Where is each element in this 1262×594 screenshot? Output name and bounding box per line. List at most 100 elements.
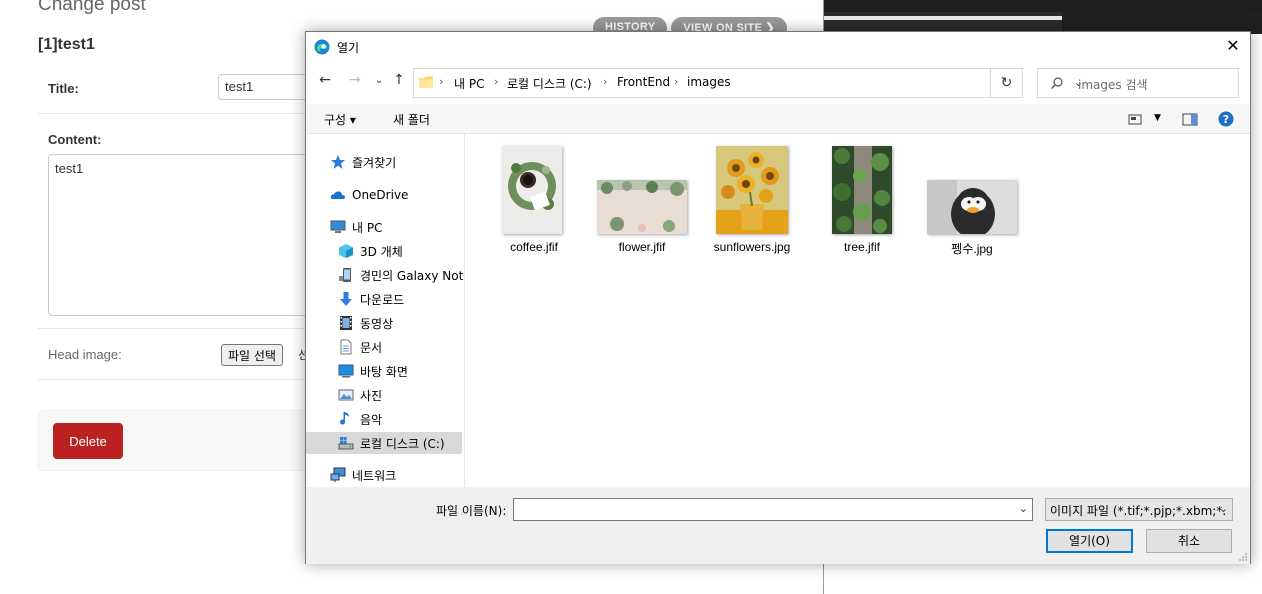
desktop-icon bbox=[338, 363, 354, 379]
sidebar-item-desktop[interactable]: 바탕 화면 bbox=[338, 360, 408, 382]
view-dropdown-icon[interactable]: ▼ bbox=[1154, 113, 1161, 123]
file-name[interactable]: 펭수.jpg bbox=[917, 240, 1027, 257]
recent-dropdown-icon[interactable]: ⌄ bbox=[370, 75, 388, 86]
chevron-right-icon: › bbox=[439, 75, 444, 88]
svg-text:?: ? bbox=[1223, 113, 1229, 126]
drive-icon bbox=[338, 435, 354, 451]
picture-icon bbox=[338, 387, 354, 403]
sidebar-item-onedrive[interactable]: OneDrive bbox=[330, 184, 408, 206]
sidebar-item-downloads[interactable]: 다운로드 bbox=[338, 288, 404, 310]
new-folder-button[interactable]: 새 폴더 bbox=[393, 111, 430, 128]
download-icon bbox=[338, 291, 354, 307]
cloud-icon bbox=[330, 187, 346, 203]
filetype-select[interactable]: 이미지 파일 (*.tif;*.pjp;*.xbm;*. ⌄ bbox=[1045, 498, 1233, 521]
file-thumbnail-flower[interactable] bbox=[597, 180, 687, 234]
sidebar-item-label: 즐겨찾기 bbox=[352, 155, 397, 170]
dialog-footer: 파일 이름(N): ⌄ 이미지 파일 (*.tif;*.pjp;*.xbm;*.… bbox=[306, 487, 1250, 564]
search-box[interactable]: images 검색 bbox=[1037, 68, 1239, 98]
sidebar-item-favorites[interactable]: 즐겨찾기 bbox=[330, 151, 396, 173]
filetype-value: 이미지 파일 (*.tif;*.pjp;*.xbm;*. bbox=[1050, 504, 1227, 518]
sidebar-item-label: 문서 bbox=[360, 340, 383, 355]
search-placeholder: images 검색 bbox=[1078, 78, 1148, 92]
flower-image bbox=[597, 180, 687, 234]
folder-icon bbox=[419, 76, 433, 88]
chevron-right-icon: › bbox=[494, 75, 499, 88]
sidebar-item-label: 경민의 Galaxy Note bbox=[360, 268, 465, 283]
sidebar-item-label: 로컬 디스크 (C:) bbox=[360, 436, 445, 451]
resize-grip-icon[interactable] bbox=[1238, 552, 1248, 562]
chevron-down-icon: ⌄ bbox=[1218, 502, 1228, 515]
star-icon bbox=[330, 154, 346, 170]
sidebar-item-galaxy-note[interactable]: 경민의 Galaxy Note bbox=[338, 264, 465, 286]
file-name[interactable]: sunflowers.jpg bbox=[697, 240, 807, 254]
file-name[interactable]: coffee.jfif bbox=[479, 240, 589, 254]
up-arrow-icon[interactable]: ↑ bbox=[390, 72, 408, 88]
file-name[interactable]: tree.jfif bbox=[807, 240, 917, 254]
refresh-icon[interactable]: ↻ bbox=[991, 68, 1023, 98]
sidebar-item-documents[interactable]: 문서 bbox=[338, 336, 382, 358]
object-name: [1]test1 bbox=[38, 36, 95, 53]
sidebar-item-videos[interactable]: 동영상 bbox=[338, 312, 393, 334]
file-thumbnail-tree[interactable] bbox=[832, 146, 892, 234]
forward-arrow-icon[interactable]: → bbox=[346, 72, 364, 88]
help-icon[interactable]: ? bbox=[1218, 111, 1234, 127]
breadcrumb-item[interactable]: FrontEnd bbox=[617, 75, 670, 89]
content-label: Content: bbox=[48, 132, 102, 147]
cube-icon bbox=[338, 243, 354, 259]
open-button[interactable]: 열기(O) bbox=[1046, 529, 1133, 553]
penguin-image bbox=[927, 180, 1017, 234]
file-name[interactable]: flower.jfif bbox=[587, 240, 697, 254]
organize-menu[interactable]: 구성 ▾ bbox=[324, 111, 356, 128]
file-list: coffee.jfif flower.jfif sunflowers.jpg t… bbox=[466, 134, 1251, 487]
choose-file-button[interactable]: 파일 선택 bbox=[221, 344, 283, 366]
cancel-button[interactable]: 취소 bbox=[1146, 529, 1232, 553]
search-icon bbox=[1051, 77, 1063, 89]
close-icon[interactable]: ✕ bbox=[1224, 37, 1242, 55]
edge-browser-icon bbox=[314, 39, 330, 55]
sidebar-item-label: 네트워크 bbox=[352, 468, 397, 483]
sunflowers-image bbox=[716, 146, 788, 234]
filename-input[interactable]: ⌄ bbox=[513, 498, 1033, 521]
dialog-titlebar[interactable]: 열기 ✕ bbox=[306, 32, 1250, 62]
video-icon bbox=[338, 315, 354, 331]
address-bar[interactable]: › 내 PC › 로컬 디스크 (C:) › FrontEnd › images… bbox=[413, 68, 1083, 98]
file-thumbnail-coffee[interactable] bbox=[502, 146, 562, 234]
sidebar-item-3d-objects[interactable]: 3D 개체 bbox=[338, 240, 403, 262]
sidebar-item-label: 3D 개체 bbox=[360, 244, 403, 259]
chevron-right-icon: › bbox=[674, 75, 679, 88]
navigation-pane: 즐겨찾기 OneDrive 내 PC 3D 개체 경민의 Galaxy Note… bbox=[306, 134, 465, 487]
sidebar-item-label: 바탕 화면 bbox=[360, 364, 408, 379]
navigation-bar: ← → ⌄ ↑ › 내 PC › 로컬 디스크 (C:) › FrontEnd … bbox=[306, 67, 1250, 99]
file-thumbnail-pengsoo[interactable] bbox=[927, 180, 1017, 234]
breadcrumb-item[interactable]: 내 PC bbox=[454, 75, 484, 92]
sidebar-item-label: OneDrive bbox=[352, 188, 409, 202]
sidebar-item-pictures[interactable]: 사진 bbox=[338, 384, 382, 406]
head-image-label: Head image: bbox=[48, 347, 122, 362]
preview-pane-icon[interactable] bbox=[1182, 111, 1198, 127]
music-icon bbox=[338, 411, 354, 427]
chevron-down-icon[interactable]: ⌄ bbox=[1019, 502, 1028, 515]
back-arrow-icon[interactable]: ← bbox=[316, 72, 334, 88]
breadcrumb-item[interactable]: 로컬 디스크 (C:) bbox=[507, 75, 592, 92]
sidebar-item-music[interactable]: 음악 bbox=[338, 408, 382, 430]
breadcrumb-item[interactable]: images bbox=[687, 75, 731, 89]
sidebar-item-label: 내 PC bbox=[352, 220, 383, 235]
page-title: Change post bbox=[38, 0, 146, 15]
filename-label: 파일 이름(N): bbox=[436, 504, 507, 518]
document-icon bbox=[338, 339, 354, 355]
file-thumbnail-sunflowers[interactable] bbox=[716, 146, 788, 234]
sidebar-item-local-disk[interactable]: 로컬 디스크 (C:) bbox=[306, 432, 462, 454]
delete-button[interactable]: Delete bbox=[53, 423, 123, 459]
view-options-icon[interactable] bbox=[1128, 111, 1144, 127]
command-toolbar: 구성 ▾ 새 폴더 ▼ ? bbox=[306, 104, 1250, 134]
background-window-edge bbox=[824, 16, 1062, 20]
background-window-edge bbox=[824, 0, 1262, 12]
sidebar-item-label: 다운로드 bbox=[360, 292, 405, 307]
network-icon bbox=[330, 467, 346, 483]
title-label: Title: bbox=[48, 81, 79, 96]
sidebar-item-label: 사진 bbox=[360, 388, 383, 403]
sidebar-item-this-pc[interactable]: 내 PC bbox=[330, 216, 382, 238]
sidebar-item-network[interactable]: 네트워크 bbox=[330, 464, 396, 486]
chevron-right-icon: › bbox=[603, 75, 608, 88]
tree-image bbox=[832, 146, 892, 234]
